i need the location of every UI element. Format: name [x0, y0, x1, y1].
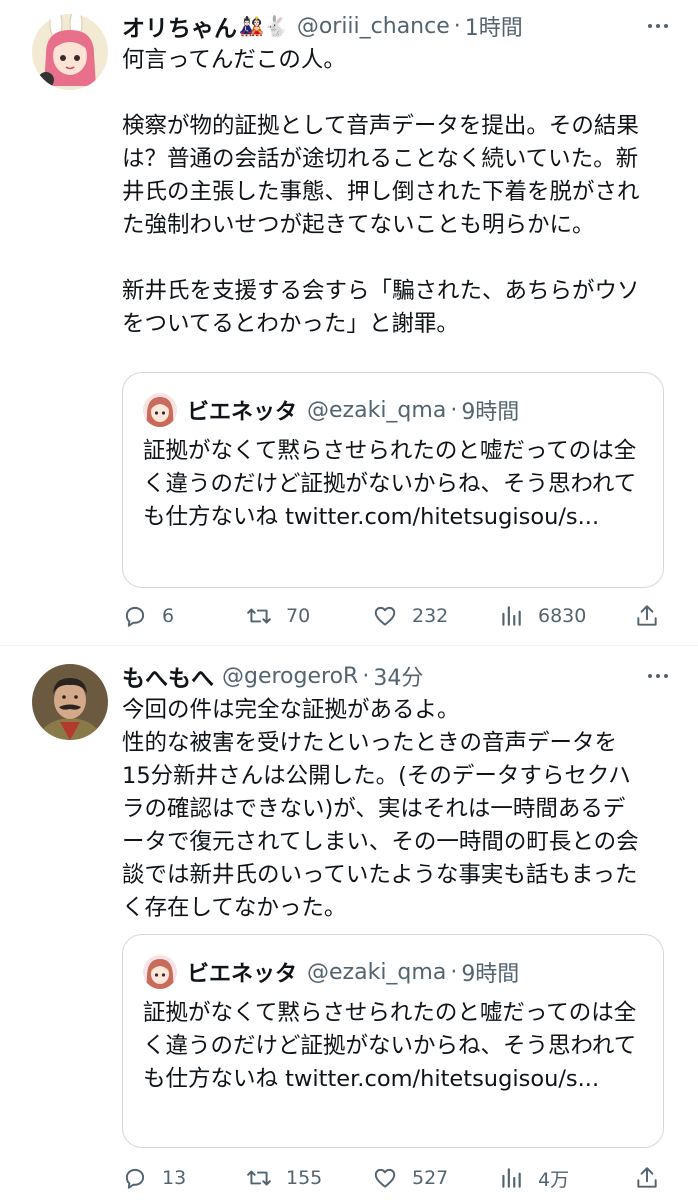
tweet-header: もへもへ @gerogeroR · 34分	[122, 658, 668, 694]
reply-button[interactable]: 13	[122, 1162, 186, 1194]
quote-display-name: ビエネッタ	[187, 400, 298, 425]
display-name[interactable]: オリちゃん	[122, 9, 237, 43]
name-emoji: 🎎🐇	[239, 14, 289, 38]
view-count: 4万	[538, 1168, 570, 1191]
views-icon	[502, 606, 521, 626]
timestamp[interactable]: 1時間	[465, 10, 523, 42]
separator-dot: ·	[450, 397, 458, 423]
display-name[interactable]: もへもへ	[122, 659, 214, 693]
quote-text: 証拠がなくて黙らさせられたのと嘘だってのは全く違うのだけど証拠がないからね、そう…	[143, 1000, 637, 1092]
quote-timestamp: 9時間	[461, 400, 520, 425]
views-icon	[502, 1168, 521, 1188]
like-icon	[374, 606, 396, 626]
like-icon	[374, 1168, 396, 1188]
tweet-text: 何言ってんだこの人。 検察が物的証拠として音声データを提出。その結果は？普通の会…	[122, 47, 640, 337]
quote-timestamp: 9時間	[461, 962, 520, 987]
share-icon	[637, 605, 657, 626]
retweet-count: 70	[286, 605, 311, 627]
separator-dot: ·	[453, 13, 461, 39]
retweet-icon	[247, 1170, 271, 1186]
quote-handle: @ezaki_qma	[307, 959, 447, 985]
quote-text: 証拠がなくて黙らさせられたのと嘘だってのは全く違うのだけど証拠がないからね、そう…	[143, 438, 637, 530]
quote-display-name: ビエネッタ	[187, 962, 298, 987]
retweet-icon	[247, 608, 271, 624]
more-icon[interactable]	[640, 12, 676, 40]
quote-tweet[interactable]: ビエネッタ @ezaki_qma · 9時間 証拠がなくて黙らさせられたのと嘘だ…	[122, 372, 664, 588]
share-icon	[637, 1167, 657, 1188]
quote-avatar	[143, 955, 177, 989]
tweet[interactable]: オリちゃん 🎎🐇 @oriii_chance · 1時間 何言ってんだこの人。 …	[0, 0, 698, 646]
tweet-header: オリちゃん 🎎🐇 @oriii_chance · 1時間	[122, 8, 668, 44]
quote-tweet[interactable]: ビエネッタ @ezaki_qma · 9時間 証拠がなくて黙らさせられたのと嘘だ…	[122, 934, 664, 1148]
retweet-button[interactable]: 155	[246, 1162, 322, 1194]
tweet-text: 今回の件は完全な証拠があるよ。 性的な被害を受けたといったときの音声データを15…	[122, 697, 639, 921]
reply-count: 6	[162, 605, 175, 627]
reply-button[interactable]: 6	[122, 600, 174, 632]
views-button[interactable]: 4万	[498, 1162, 569, 1194]
reply-count: 13	[162, 1167, 187, 1189]
reply-icon	[125, 1168, 145, 1189]
like-button[interactable]: 232	[372, 600, 448, 632]
like-count: 527	[412, 1167, 449, 1189]
like-count: 232	[412, 605, 449, 627]
separator-dot: ·	[450, 959, 458, 985]
user-handle[interactable]: @oriii_chance	[297, 14, 450, 39]
separator-dot: ·	[362, 663, 370, 689]
view-count: 6830	[538, 605, 587, 627]
retweet-count: 155	[286, 1167, 323, 1189]
share-button[interactable]	[634, 600, 660, 632]
action-bar: 13 155 527 4万	[122, 1162, 664, 1194]
retweet-button[interactable]: 70	[246, 600, 310, 632]
timestamp[interactable]: 34分	[373, 660, 423, 692]
quote-avatar	[143, 393, 177, 427]
more-icon[interactable]	[640, 662, 676, 690]
user-handle[interactable]: @gerogeroR	[222, 664, 358, 689]
reply-icon	[125, 606, 145, 627]
share-button[interactable]	[634, 1162, 660, 1194]
action-bar: 6 70 232 6830	[122, 600, 664, 632]
quote-handle: @ezaki_qma	[307, 397, 447, 423]
like-button[interactable]: 527	[372, 1162, 448, 1194]
tweet[interactable]: もへもへ @gerogeroR · 34分 今回の件は完全な証拠があるよ。 性的…	[0, 646, 698, 1200]
avatar[interactable]	[32, 14, 108, 90]
avatar[interactable]	[32, 664, 108, 740]
views-button[interactable]: 6830	[498, 600, 586, 632]
